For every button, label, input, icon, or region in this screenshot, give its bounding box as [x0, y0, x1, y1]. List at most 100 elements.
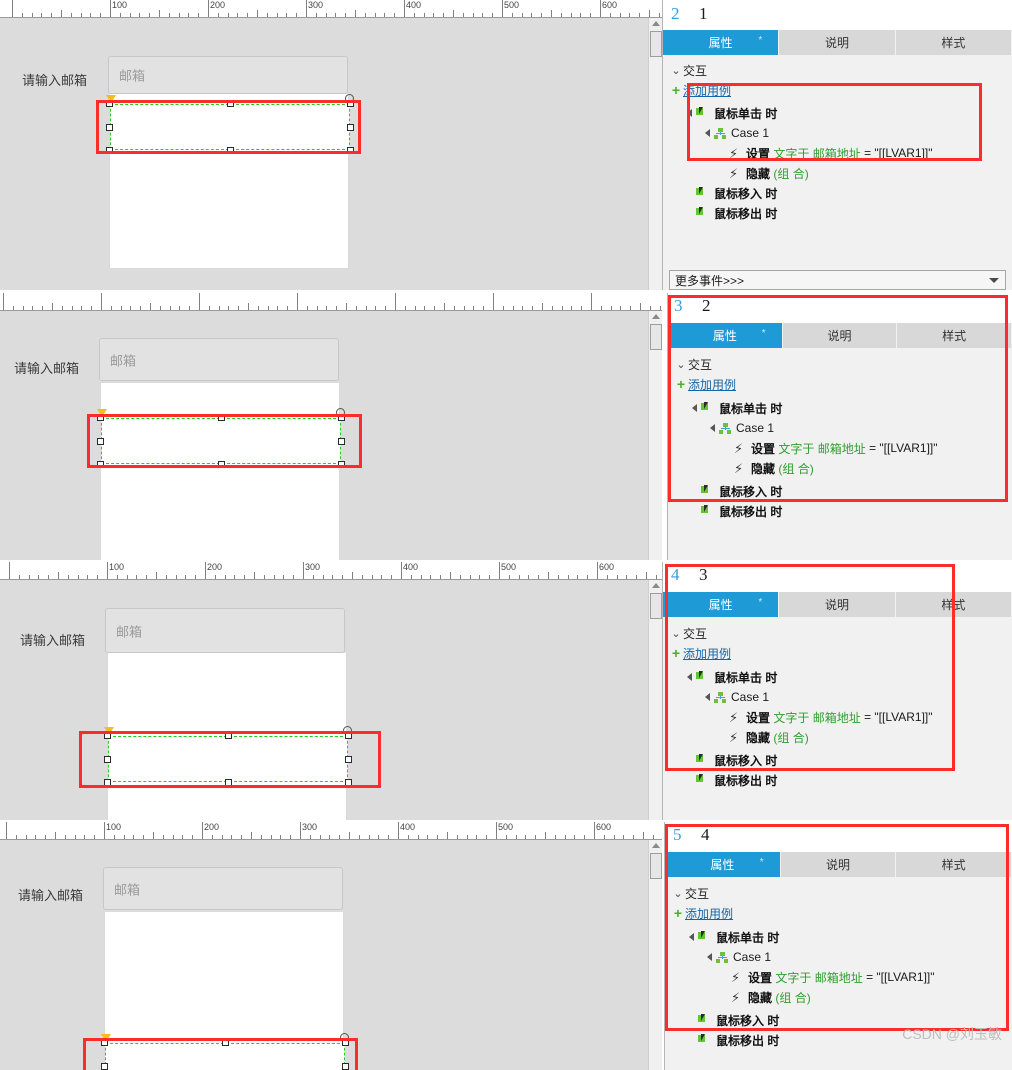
- scrollbar-thumb[interactable]: [650, 31, 662, 57]
- resize-handle-w-4[interactable]: [101, 1063, 108, 1070]
- case-row[interactable]: Case 1: [663, 123, 1012, 143]
- selected-shape[interactable]: [106, 94, 354, 154]
- chevron-down-icon-2[interactable]: ⌄: [674, 358, 688, 371]
- tab-properties-2[interactable]: 属性 *: [668, 323, 783, 348]
- add-case-row[interactable]: + 添加用例: [663, 80, 1012, 100]
- interactions-group-header-4[interactable]: ⌄ 交互: [665, 883, 1012, 903]
- resize-handle-sw-2[interactable]: [97, 461, 104, 468]
- design-canvas-2[interactable]: 请输入邮箱 邮箱: [0, 311, 648, 560]
- case-row-4[interactable]: Case 1: [665, 947, 1012, 967]
- tab-description-3[interactable]: 说明: [779, 592, 896, 617]
- action-hide-row-2[interactable]: ⚡ 隐藏 (组 合): [668, 458, 1012, 478]
- collapse-triangle-icon-3[interactable]: [687, 673, 692, 681]
- selected-shape-2[interactable]: [97, 408, 345, 468]
- action-set-text-row[interactable]: ⚡ 设置 文字于 邮箱地址 = "[[LVAR1]]": [663, 143, 1012, 163]
- design-canvas-4[interactable]: 请输入邮箱 邮箱: [0, 840, 648, 1070]
- email-input[interactable]: 邮箱: [108, 56, 348, 94]
- resize-handle-n-3[interactable]: [225, 732, 232, 739]
- event-click-row[interactable]: 鼠标单击 时: [663, 103, 1012, 123]
- collapse-triangle-icon-4[interactable]: [689, 933, 694, 941]
- resize-handle-nw[interactable]: [106, 100, 113, 107]
- tab-style-4[interactable]: 样式: [896, 852, 1012, 877]
- canvas-vertical-scrollbar-3[interactable]: [648, 580, 662, 820]
- resize-handle-nw-2[interactable]: [97, 414, 104, 421]
- scrollbar-thumb-2[interactable]: [650, 324, 662, 350]
- event-mouse-enter-row-3[interactable]: 鼠标移入 时: [663, 750, 1012, 770]
- resize-handle-n-2[interactable]: [218, 414, 225, 421]
- resize-handle-sw[interactable]: [106, 147, 113, 154]
- resize-handle-e[interactable]: [347, 124, 354, 131]
- collapse-triangle-icon-2[interactable]: [692, 404, 697, 412]
- resize-handle-se[interactable]: [347, 147, 354, 154]
- action-set-text-row-3[interactable]: ⚡ 设置 文字于 邮箱地址 = "[[LVAR1]]": [663, 707, 1012, 727]
- resize-handle-se-2[interactable]: [338, 461, 345, 468]
- chevron-down-icon-more-events[interactable]: [989, 278, 999, 283]
- design-canvas-3[interactable]: 请输入邮箱 邮箱: [0, 580, 648, 820]
- resize-handle-e-2[interactable]: [338, 438, 345, 445]
- resize-handle-ne-3[interactable]: [345, 732, 352, 739]
- resize-handle-n-4[interactable]: [222, 1039, 229, 1046]
- resize-handle-nw-3[interactable]: [104, 732, 111, 739]
- canvas-vertical-scrollbar-2[interactable]: [648, 311, 662, 560]
- case-collapse-triangle-icon-3[interactable]: [705, 693, 710, 701]
- email-input-3[interactable]: 邮箱: [105, 608, 345, 653]
- collapse-triangle-icon[interactable]: [687, 109, 692, 117]
- add-case-link-4[interactable]: 添加用例: [685, 905, 733, 922]
- chevron-down-icon-3[interactable]: ⌄: [669, 627, 683, 640]
- resize-handle-w-3[interactable]: [104, 756, 111, 763]
- add-case-row-4[interactable]: + 添加用例: [665, 903, 1012, 923]
- resize-handle-sw-3[interactable]: [104, 779, 111, 786]
- case-collapse-triangle-icon[interactable]: [705, 129, 710, 137]
- tab-description-4[interactable]: 说明: [780, 852, 897, 877]
- event-mouse-leave-row-2[interactable]: 鼠标移出 时: [668, 501, 1012, 521]
- action-set-text-row-2[interactable]: ⚡ 设置 文字于 邮箱地址 = "[[LVAR1]]": [668, 438, 1012, 458]
- canvas-vertical-scrollbar[interactable]: [648, 18, 662, 290]
- add-case-row-2[interactable]: + 添加用例: [668, 374, 1012, 394]
- chevron-down-icon-4[interactable]: ⌄: [671, 887, 685, 900]
- add-case-row-3[interactable]: + 添加用例: [663, 643, 1012, 663]
- resize-handle-e-3[interactable]: [345, 756, 352, 763]
- resize-handle-w[interactable]: [106, 124, 113, 131]
- resize-handle-ne[interactable]: [347, 100, 354, 107]
- case-collapse-triangle-icon-2[interactable]: [710, 424, 715, 432]
- add-case-link-2[interactable]: 添加用例: [688, 376, 736, 393]
- selected-shape-3[interactable]: [104, 726, 352, 786]
- scroll-up-icon[interactable]: [652, 21, 660, 26]
- resize-handle-nw-4[interactable]: [101, 1039, 108, 1046]
- tab-style[interactable]: 样式: [895, 30, 1012, 55]
- resize-handle-ne-2[interactable]: [338, 414, 345, 421]
- event-mouse-leave-row-3[interactable]: 鼠标移出 时: [663, 770, 1012, 790]
- add-case-link[interactable]: 添加用例: [683, 82, 731, 99]
- scroll-up-icon-3[interactable]: [652, 583, 660, 588]
- tab-properties-4[interactable]: 属性 *: [665, 852, 781, 877]
- email-input-4[interactable]: 邮箱: [103, 867, 343, 910]
- action-hide-row-3[interactable]: ⚡ 隐藏 (组 合): [663, 727, 1012, 747]
- tab-style-2[interactable]: 样式: [897, 323, 1012, 348]
- tab-description[interactable]: 说明: [779, 30, 896, 55]
- chevron-down-icon[interactable]: ⌄: [669, 64, 683, 77]
- resize-handle-se-3[interactable]: [345, 779, 352, 786]
- tab-properties[interactable]: 属性 *: [663, 30, 780, 55]
- more-events-dropdown[interactable]: 更多事件>>>: [669, 270, 1006, 290]
- scroll-up-icon-2[interactable]: [652, 314, 660, 319]
- tab-description-2[interactable]: 说明: [782, 323, 898, 348]
- resize-handle-n[interactable]: [227, 100, 234, 107]
- event-mouse-enter-row[interactable]: 鼠标移入 时: [663, 183, 1012, 203]
- resize-handle-w-2[interactable]: [97, 438, 104, 445]
- action-hide-row-4[interactable]: ⚡ 隐藏 (组 合): [665, 987, 1012, 1007]
- resize-handle-ne-4[interactable]: [342, 1039, 349, 1046]
- event-click-row-4[interactable]: 鼠标单击 时: [665, 927, 1012, 947]
- case-collapse-triangle-icon-4[interactable]: [707, 953, 712, 961]
- event-click-row-3[interactable]: 鼠标单击 时: [663, 667, 1012, 687]
- tab-properties-3[interactable]: 属性 *: [663, 592, 780, 617]
- interactions-group-header-2[interactable]: ⌄ 交互: [668, 354, 1012, 374]
- add-case-link-3[interactable]: 添加用例: [683, 645, 731, 662]
- canvas-vertical-scrollbar-4[interactable]: [648, 840, 662, 1070]
- event-mouse-leave-row[interactable]: 鼠标移出 时: [663, 203, 1012, 223]
- case-row-3[interactable]: Case 1: [663, 687, 1012, 707]
- event-mouse-enter-row-2[interactable]: 鼠标移入 时: [668, 481, 1012, 501]
- selected-shape-4[interactable]: [101, 1033, 349, 1070]
- resize-handle-s[interactable]: [227, 147, 234, 154]
- resize-handle-s-3[interactable]: [225, 779, 232, 786]
- resize-handle-e-4[interactable]: [342, 1063, 349, 1070]
